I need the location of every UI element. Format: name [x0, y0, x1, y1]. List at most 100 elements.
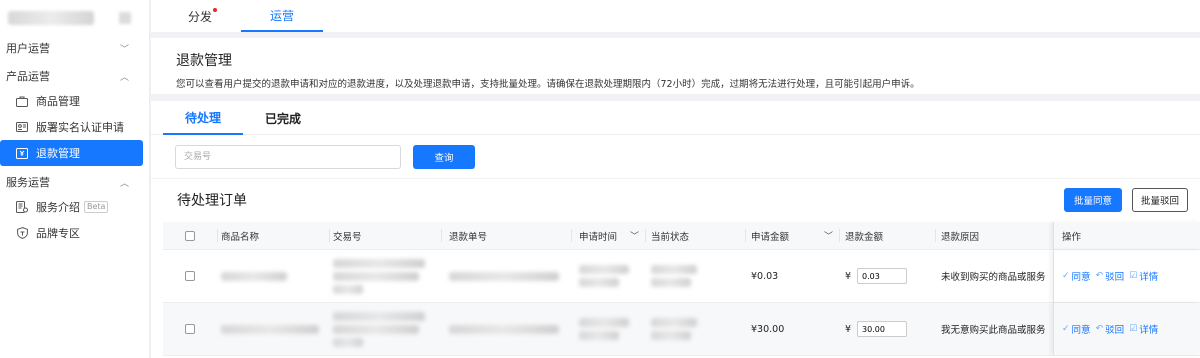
sidebar-group-label: 产品运营 [6, 70, 50, 83]
col-header: 商品名称 [217, 222, 329, 249]
sidebar-item-refund[interactable]: 退款管理 [0, 140, 143, 166]
col-header: 退款单号 [441, 222, 571, 249]
refund-id-cell [441, 303, 571, 355]
redacted-product-name [221, 324, 319, 334]
reject-link[interactable]: ↶ 驳回 [1096, 322, 1125, 336]
sidebar-item-brand[interactable]: 品牌专区 [0, 220, 143, 246]
apply-time-cell [571, 303, 645, 355]
detail-link[interactable]: ☑ 详情 [1129, 322, 1158, 336]
redacted-status [651, 331, 691, 340]
col-refund-id: 退款单号 [449, 231, 488, 243]
sidebar: 用户运营 ﹀ 产品运营 ︿ 商品管理 版署实名认证申请 退款管理 服务运营 ︿ … [0, 0, 150, 358]
col-header: 当前状态 [645, 222, 745, 249]
sidebar-group-service-ops[interactable]: 服务运营 ︿ [0, 170, 149, 194]
detail-link[interactable]: ☑ 详情 [1129, 269, 1158, 283]
top-tabbar: 分发 运营 [151, 0, 1200, 32]
col-refund-amount: 退款金额 [845, 231, 884, 243]
list-title: 待处理订单 [177, 193, 247, 209]
sidebar-item-label: 品牌专区 [36, 227, 80, 240]
apply-amount: ¥30.00 [751, 323, 785, 335]
col-header[interactable]: 申请金额 ﹀ [745, 222, 839, 249]
transaction-id-cell [329, 250, 441, 302]
redacted-transaction-id [333, 271, 419, 281]
tab-operations[interactable]: 运营 [241, 0, 323, 32]
chevron-up-icon: ︿ [119, 178, 129, 189]
refund-amount-input[interactable] [857, 321, 908, 337]
tab-label: 运营 [269, 8, 294, 23]
redacted-apply-time [579, 331, 619, 340]
status-cell [645, 250, 745, 302]
redacted-refund-id [449, 271, 559, 281]
tab-completed[interactable]: 已完成 [243, 101, 323, 135]
reject-label: 驳回 [1105, 325, 1125, 336]
notification-dot [213, 8, 217, 12]
apply-amount: ¥0.03 [751, 270, 779, 282]
sidebar-item-label: 退款管理 [36, 147, 80, 160]
reject-link[interactable]: ↶ 驳回 [1096, 269, 1125, 283]
status-tabs: 待处理 已完成 [151, 101, 1200, 135]
row-select-cell [163, 250, 217, 302]
check-icon: ✓ [1062, 324, 1070, 334]
redacted-transaction-id [333, 337, 363, 347]
redacted-apply-time [579, 265, 629, 274]
sidebar-item-realname[interactable]: 版署实名认证申请 [0, 114, 143, 140]
chevron-down-icon: ﹀ [119, 44, 129, 55]
reject-label: 驳回 [1105, 272, 1125, 283]
undo-icon: ↶ [1095, 324, 1104, 334]
refund-amount-input[interactable] [857, 268, 908, 284]
col-header: 退款原因 [935, 222, 1053, 249]
sidebar-group-label: 服务运营 [6, 176, 50, 189]
detail-label: 详情 [1139, 325, 1159, 336]
table-row: ¥0.03 ¥ 未收到购买的商品或服务 ✓同意 ↶驳回 ☑详情 [163, 250, 1200, 303]
row-checkbox[interactable] [185, 271, 195, 281]
tab-distribution[interactable]: 分发 [159, 0, 241, 32]
select-all-cell [163, 222, 217, 249]
page-title: 退款管理 [176, 53, 232, 69]
tab-pending[interactable]: 待处理 [163, 101, 243, 135]
col-status: 当前状态 [651, 231, 690, 243]
search-bar: 查询 [151, 135, 1200, 179]
app-menu-blurred[interactable] [119, 12, 131, 24]
redacted-transaction-id [333, 311, 425, 321]
transaction-id-cell [329, 303, 441, 355]
sort-chevron-icon[interactable]: ﹀ [824, 229, 833, 242]
table-row: ¥30.00 ¥ 我无意购买此商品或服务 ✓同意 ↶驳回 ☑详情 [163, 303, 1200, 356]
actions-cell: ✓ 同意 ↶ 驳回 ☑ 详情 [1053, 250, 1200, 302]
approve-link[interactable]: ✓ 同意 [1062, 322, 1091, 336]
redacted-transaction-id [333, 324, 419, 334]
batch-approve-button[interactable]: 批量同意 [1063, 188, 1122, 212]
detail-icon: ☑ [1129, 271, 1138, 281]
sidebar-group-product-ops[interactable]: 产品运营 ︿ [0, 64, 149, 88]
col-header: 操作 [1053, 222, 1200, 249]
table-header-row: 商品名称 交易号 退款单号 申请时间 ﹀ 当前状态 申请金额 ﹀ 退款金额 退款原因… [163, 222, 1200, 250]
sidebar-item-label: 商品管理 [36, 95, 80, 108]
apply-amount-cell: ¥30.00 [745, 303, 839, 355]
col-product-name: 商品名称 [221, 231, 260, 243]
select-all-checkbox[interactable] [185, 230, 195, 241]
sort-chevron-icon[interactable]: ﹀ [630, 229, 639, 242]
refund-reason: 我无意购买此商品或服务 [941, 325, 1046, 336]
col-header[interactable]: 申请时间 ﹀ [571, 222, 645, 249]
chevron-up-icon: ︿ [119, 72, 129, 83]
sidebar-item-label: 版署实名认证申请 [36, 121, 124, 134]
transaction-id-input[interactable] [175, 144, 401, 169]
redacted-apply-time [579, 318, 629, 327]
detail-label: 详情 [1139, 272, 1159, 283]
query-button[interactable]: 查询 [413, 144, 475, 169]
redacted-refund-id [449, 324, 559, 334]
redacted-status [651, 278, 691, 287]
currency-symbol: ¥ [845, 323, 852, 335]
approve-label: 同意 [1071, 325, 1091, 336]
sidebar-item-service-intro[interactable]: 服务介绍 Beta [0, 194, 143, 220]
approve-link[interactable]: ✓ 同意 [1062, 269, 1091, 283]
sidebar-group-user-ops[interactable]: 用户运营 ﹀ [0, 36, 149, 60]
product-name-cell [217, 250, 329, 302]
col-apply-time: 申请时间 [579, 231, 618, 243]
batch-reject-button[interactable]: 批量驳回 [1131, 188, 1188, 212]
redacted-transaction-id [333, 258, 425, 268]
col-transaction-id: 交易号 [333, 231, 362, 243]
briefcase-icon [16, 95, 28, 107]
sidebar-item-products[interactable]: 商品管理 [0, 88, 143, 114]
batch-actions: 批量同意 批量驳回 [1063, 188, 1188, 212]
row-checkbox[interactable] [185, 324, 195, 334]
